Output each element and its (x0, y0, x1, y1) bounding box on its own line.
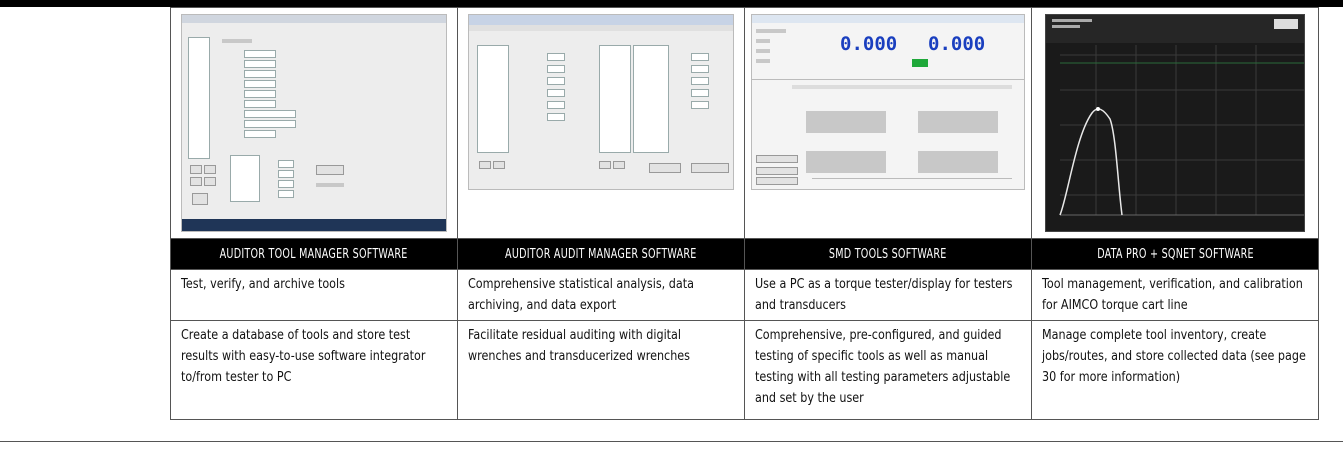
column-title: AUDITOR TOOL MANAGER SOFTWARE (170, 238, 458, 270)
title-row: AUDITOR TOOL MANAGER SOFTWARE AUDITOR AU… (170, 238, 1319, 270)
smd-tools-screenshot-cell: 0.000 0.000 (744, 7, 1032, 239)
column-title: SMD TOOLS SOFTWARE (744, 238, 1032, 270)
screenshot-row: 0.000 0.000 (170, 7, 1319, 239)
smd-tools-screenshot: 0.000 0.000 (751, 14, 1025, 190)
summary-cell: Test, verify, and archive tools (170, 269, 458, 321)
torque-readout-1: 0.000 (840, 33, 898, 55)
top-rule (0, 0, 1343, 7)
torque-readout-2: 0.000 (928, 33, 986, 55)
column-title: DATA PRO + SQNET SOFTWARE (1031, 238, 1319, 270)
torque-curve-screenshot-cell (1031, 7, 1319, 239)
summary-cell: Use a PC as a torque tester/display for … (744, 269, 1032, 321)
audit-manager-screenshot (468, 14, 734, 190)
summary-cell: Comprehensive statistical analysis, data… (457, 269, 745, 321)
audit-manager-screenshot-cell (457, 7, 745, 239)
summary-row: Test, verify, and archive tools Comprehe… (170, 269, 1319, 321)
bottom-rule (0, 441, 1343, 442)
tool-manager-screenshot-cell (170, 7, 458, 239)
torque-curve-graphic (1046, 15, 1304, 216)
software-comparison-table: 0.000 0.000 AUDITOR TOOL MANAGER SOFTWAR… (170, 7, 1319, 420)
summary-cell: Tool management, verification, and calib… (1031, 269, 1319, 321)
detail-cell: Facilitate residual auditing with digita… (457, 320, 745, 420)
tool-manager-screenshot (181, 14, 447, 232)
detail-row: Create a database of tools and store tes… (170, 320, 1319, 420)
detail-cell: Create a database of tools and store tes… (170, 320, 458, 420)
torque-curve-screenshot (1045, 14, 1305, 232)
detail-cell: Comprehensive, pre-configured, and guide… (744, 320, 1032, 420)
column-title: AUDITOR AUDIT MANAGER SOFTWARE (457, 238, 745, 270)
detail-cell: Manage complete tool inventory, create j… (1031, 320, 1319, 420)
